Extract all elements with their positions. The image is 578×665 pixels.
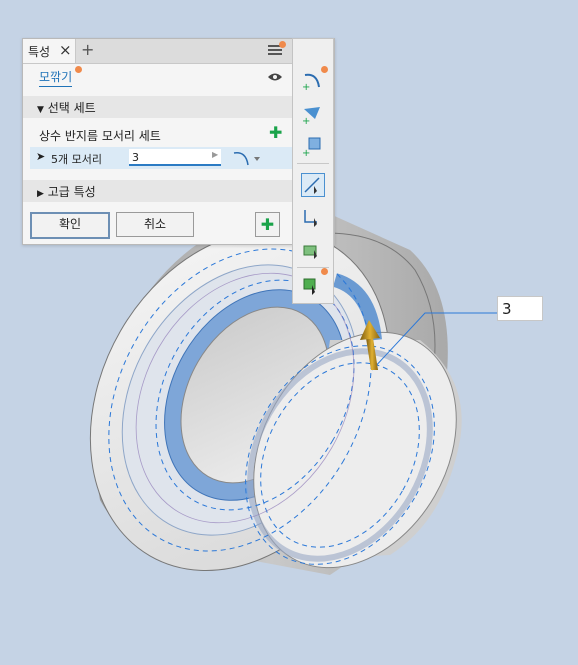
edge-select-icon[interactable]	[301, 173, 325, 197]
feature-name-tab[interactable]: 모깎기	[39, 68, 73, 87]
loop-select-icon[interactable]	[301, 207, 323, 229]
solid-select-icon[interactable]	[301, 275, 323, 297]
feature-dot	[75, 66, 82, 73]
svg-text:+: +	[302, 82, 310, 91]
cancel-button[interactable]: 취소	[116, 212, 194, 237]
ok-button[interactable]: 확인	[30, 212, 110, 239]
constant-fillet-icon[interactable]: +	[301, 69, 323, 91]
panel-tab-bar: 특성 × +	[23, 39, 334, 64]
collapse-icon: ▼	[37, 105, 44, 115]
constant-radius-label: 상수 반지름 모서리 세트	[39, 129, 161, 143]
selection-set-header: 선택 세트	[47, 101, 96, 115]
variable-fillet-icon[interactable]: +	[301, 103, 323, 125]
plus-icon[interactable]: ✚	[269, 123, 282, 142]
advanced-section[interactable]: ▶ 고급 특성	[23, 180, 334, 202]
tab-properties[interactable]: 특성 ×	[23, 39, 76, 63]
cursor-icon: ➤	[36, 150, 46, 163]
setback-fillet-icon[interactable]: +	[301, 135, 323, 157]
notification-dot	[279, 41, 286, 48]
close-icon[interactable]: ×	[59, 41, 72, 59]
edge-set-row[interactable]: ➤ 5개 모서리 3 ▶ ×	[30, 147, 331, 169]
properties-panel: 특성 × + 모깎기 ▼ 선택 세트 상수 반지름 모서리 세트 ✚ ➤ 5개 …	[22, 38, 335, 245]
toolbar-divider	[297, 163, 329, 164]
tab-label: 특성	[28, 45, 51, 59]
edge-count-label: 5개 모서리	[51, 153, 102, 166]
svg-text:+: +	[302, 148, 310, 157]
expand-icon: ▶	[37, 189, 44, 199]
selection-set-section[interactable]: ▼ 선택 세트	[23, 96, 334, 118]
svg-text:+: +	[302, 116, 310, 125]
dimension-callout[interactable]: 3	[497, 296, 543, 321]
apply-add-button[interactable]: ✚	[255, 212, 280, 237]
toolbar-dot	[321, 268, 328, 275]
add-tab-icon[interactable]: +	[81, 40, 94, 59]
radius-input[interactable]: 3	[129, 149, 221, 166]
feature-select-icon[interactable]	[301, 239, 323, 261]
advanced-header: 고급 특성	[47, 185, 96, 199]
eye-icon[interactable]	[267, 71, 283, 83]
fillet-type-toolbar: + + +	[292, 38, 334, 304]
plus-icon: ✚	[260, 215, 275, 234]
expand-arrow-icon[interactable]: ▶	[212, 150, 218, 159]
toolbar-dot	[321, 66, 328, 73]
fillet-profile-icon[interactable]	[232, 149, 262, 167]
